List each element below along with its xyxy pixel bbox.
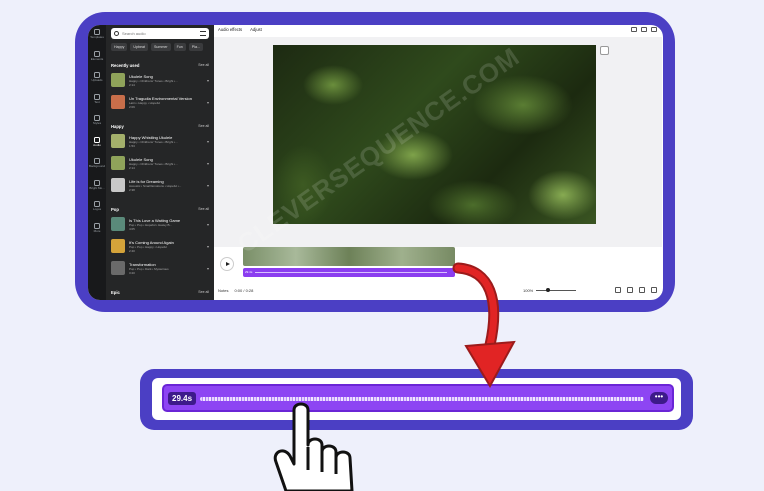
annotation-overlay — [273, 262, 516, 491]
pointing-hand-icon — [273, 402, 354, 491]
red-arrow-icon — [452, 262, 516, 389]
